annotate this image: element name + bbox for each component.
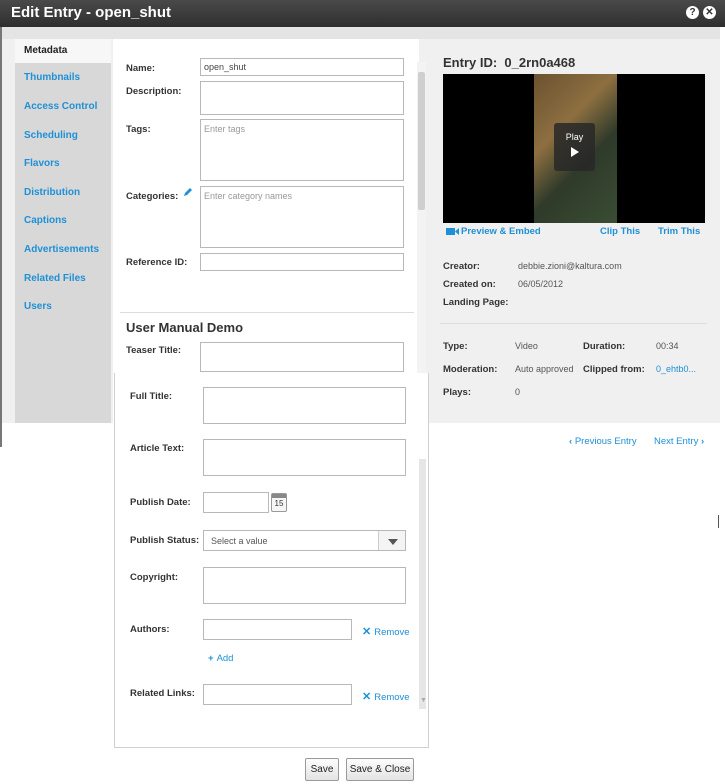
previous-entry-label: Previous Entry [574,436,637,447]
name-input[interactable]: open_shut [200,58,404,76]
info-divider [440,323,707,324]
authors-add-link[interactable]: + Add [208,653,233,664]
next-entry-link[interactable]: Next Entry › [654,436,704,447]
sidebar-item-access-control[interactable]: Access Control [24,101,97,112]
save-close-button[interactable]: Save & Close [346,758,414,781]
publish-status-label: Publish Status: [130,535,200,546]
plus-icon: + [208,653,214,664]
title-bar: Edit Entry - open_shut ? ✕ [0,0,725,27]
categories-label: Categories: [126,191,179,202]
clip-this-link[interactable]: Clip This [600,226,640,237]
chevron-left-icon: ‹ [569,436,573,447]
authors-input[interactable] [203,619,352,640]
copyright-input[interactable] [203,567,406,604]
save-button[interactable]: Save [305,758,339,781]
sidebar-item-flavors[interactable]: Flavors [24,158,60,169]
article-text-input[interactable] [203,439,406,476]
teaser-title-label: Teaser Title: [126,345,182,356]
calendar-day: 15 [274,499,284,508]
categories-input[interactable]: Enter category names [200,186,404,248]
duration-value: 00:34 [656,341,679,351]
section-title: User Manual Demo [126,320,244,335]
x-icon: ✕ [362,626,372,638]
entry-id: Entry ID: 0_2rn0a468 [443,55,575,70]
play-button[interactable]: Play [554,123,595,171]
entry-id-value: 0_2rn0a468 [504,55,576,70]
moderation-label: Moderation: [443,364,498,375]
authors-remove-link[interactable]: ✕ Remove [362,625,410,638]
sidebar [15,39,111,423]
pencil-icon[interactable] [183,187,193,197]
next-entry-label: Next Entry [654,436,699,447]
description-textarea[interactable] [200,81,404,115]
reference-id-input[interactable] [200,253,404,271]
type-label: Type: [443,341,468,352]
calendar-icon[interactable]: 15 [271,493,287,512]
sidebar-item-metadata[interactable]: Metadata [15,39,111,63]
created-on-value: 06/05/2012 [518,279,564,289]
preview-embed-link[interactable]: Preview & Embed [461,226,541,237]
publish-date-input[interactable] [203,492,269,513]
copyright-label: Copyright: [130,572,179,583]
add-label: Add [216,653,234,664]
sidebar-item-users[interactable]: Users [24,301,52,312]
chevron-down-icon[interactable] [378,531,405,550]
description-label: Description: [126,86,182,97]
tags-label: Tags: [126,124,151,135]
dialog-top-strip [2,27,720,39]
creator-value: debbie.zioni@kaltura.com [518,261,622,271]
entry-id-label: Entry ID: [443,55,498,70]
plays-value: 0 [515,387,521,397]
clipped-from-link[interactable]: 0_ehtb0... [656,364,696,374]
sidebar-item-scheduling[interactable]: Scheduling [24,130,78,141]
remove-label: Remove [374,627,410,638]
article-text-label: Article Text: [130,443,185,454]
reference-id-label: Reference ID: [126,257,188,268]
question-icon[interactable]: ? [686,6,699,19]
dialog-left-border [0,27,2,447]
trim-this-link[interactable]: Trim This [658,226,700,237]
clipped-from-label: Clipped from: [583,364,645,375]
sidebar-item-distribution[interactable]: Distribution [24,187,80,198]
authors-label: Authors: [130,624,170,635]
section-divider [120,312,414,313]
chevron-right-icon: › [701,436,705,447]
form-scrollbar-thumb[interactable] [418,72,425,210]
play-label: Play [565,132,584,142]
edge-mark [718,515,719,528]
form-scrollbar-lower[interactable] [419,459,426,709]
play-icon [570,147,579,157]
publish-status-value: Select a value [211,536,268,546]
sidebar-item-thumbnails[interactable]: Thumbnails [24,72,80,83]
moderation-value: Auto approved [515,364,574,374]
duration-label: Duration: [583,341,626,352]
publish-status-select[interactable]: Select a value [203,530,406,551]
creator-label: Creator: [443,261,480,272]
created-on-label: Created on: [443,279,496,290]
landing-page-label: Landing Page: [443,297,509,308]
name-label: Name: [126,63,156,74]
camera-icon [446,228,459,235]
sidebar-item-related-files[interactable]: Related Files [24,273,86,284]
previous-entry-link[interactable]: ‹ Previous Entry [569,436,637,447]
related-links-label: Related Links: [130,688,195,699]
plays-label: Plays: [443,387,471,398]
type-value: Video [515,341,538,351]
window-title: Edit Entry - open_shut [11,4,172,21]
close-icon[interactable]: ✕ [703,6,716,19]
teaser-title-input[interactable] [200,342,404,372]
related-links-input[interactable] [203,684,352,705]
full-title-label: Full Title: [130,391,173,402]
sidebar-item-advertisements[interactable]: Advertisements [24,244,99,255]
tags-input[interactable]: Enter tags [200,119,404,181]
full-title-input[interactable] [203,387,406,424]
scroll-down-icon[interactable]: ▼ [420,697,427,704]
related-links-remove-link[interactable]: ✕ Remove [362,690,410,703]
sidebar-item-captions[interactable]: Captions [24,215,67,226]
publish-date-label: Publish Date: [130,497,191,508]
remove-label: Remove [374,692,410,703]
x-icon: ✕ [362,691,372,703]
